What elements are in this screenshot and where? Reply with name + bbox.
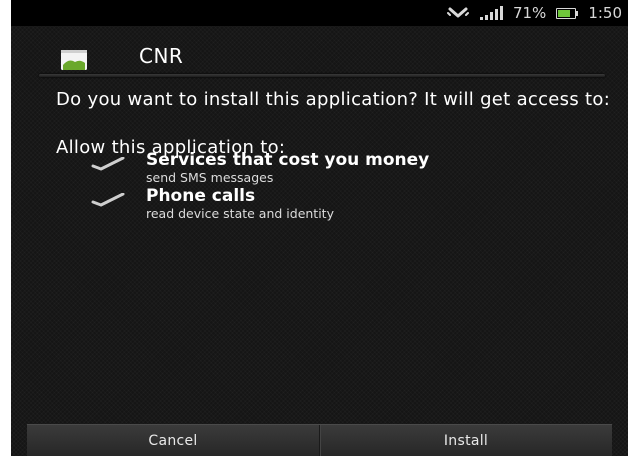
status-indicators: 71% 1:50: [446, 0, 622, 26]
battery-percent: 71%: [512, 4, 547, 22]
clock: 1:50: [588, 4, 622, 22]
button-bar: Cancel Install: [27, 424, 612, 456]
permission-title: Phone calls: [146, 186, 256, 206]
permission-detail: read device state and identity: [146, 206, 334, 221]
vibrate-icon: [446, 6, 469, 20]
permission-title: Services that cost you money: [146, 150, 430, 170]
status-bar: 71% 1:50: [11, 0, 628, 26]
checkmark-icon: [91, 156, 125, 175]
permission-detail: send SMS messages: [146, 170, 274, 185]
app-title: CNR: [139, 44, 184, 68]
install-screen: 71% 1:50 CNR Do you want to install this…: [11, 0, 628, 456]
checkmark-icon: [91, 192, 125, 211]
install-button[interactable]: Install: [320, 425, 612, 456]
cancel-button[interactable]: Cancel: [27, 425, 319, 456]
app-icon: [61, 50, 87, 70]
battery-icon: [556, 7, 579, 19]
signal-icon: [479, 6, 503, 20]
install-question: Do you want to install this application?…: [56, 89, 611, 110]
title-divider: [39, 74, 605, 77]
